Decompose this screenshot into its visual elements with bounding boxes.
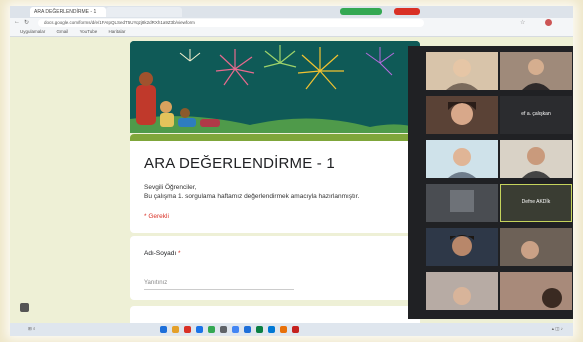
participant-video xyxy=(426,96,498,134)
participant-tile[interactable] xyxy=(426,96,498,134)
taskbar-app-icon[interactable] xyxy=(208,326,215,333)
participant-name: Defne AKDİk xyxy=(521,199,551,205)
bookmarks-bar: Uygulamalar Gmail YouTube Haritalar xyxy=(10,28,573,37)
screenshot-frame: ARA DEĞERLENDİRME - 1 ← ↻ docs.google.co… xyxy=(10,6,573,336)
participant-video xyxy=(426,184,498,222)
taskbar-app-icon[interactable] xyxy=(244,326,251,333)
form-title: ARA DEĞERLENDİRME - 1 xyxy=(144,155,335,172)
participant-video xyxy=(500,228,572,266)
meet-participants-panel: ef a. çalışkan Defne AKDİk xyxy=(408,46,573,319)
reload-icon[interactable]: ↻ xyxy=(24,19,29,26)
bookmark-item[interactable]: Gmail xyxy=(57,29,69,34)
meet-stop-pill[interactable] xyxy=(394,8,420,15)
browser-tab[interactable]: ARA DEĞERLENDİRME - 1 xyxy=(30,7,106,17)
system-tray[interactable]: ▴ ◫ ♪ xyxy=(552,326,563,332)
form-greeting: Sevgili Öğrenciler, xyxy=(144,184,197,191)
url-field[interactable]: docs.google.com/forms/d/e/1FAIpQLSedT5UY… xyxy=(38,19,424,27)
address-bar: ← ↻ docs.google.com/forms/d/e/1FAIpQLSed… xyxy=(10,18,573,28)
page-side-icon[interactable] xyxy=(20,303,29,312)
bookmark-item[interactable]: Uygulamalar xyxy=(20,29,45,34)
taskbar-app-icon[interactable] xyxy=(184,326,191,333)
participant-name: ef a. çalışkan xyxy=(521,111,551,117)
taskbar-app-icon[interactable] xyxy=(172,326,179,333)
taskbar-app-icon[interactable] xyxy=(220,326,227,333)
participant-video xyxy=(426,228,498,266)
participant-video xyxy=(500,52,572,90)
participant-tile[interactable] xyxy=(426,140,498,178)
required-asterisk: * xyxy=(177,250,181,257)
participant-video xyxy=(426,140,498,178)
participant-tile[interactable] xyxy=(426,272,498,310)
question-card: Adı-Soyadı * Yanıtınız xyxy=(130,236,420,300)
participant-tile[interactable] xyxy=(500,228,572,266)
meet-sharing-pill[interactable] xyxy=(340,8,382,15)
taskbar-app-icon[interactable] xyxy=(232,326,239,333)
form-header-image xyxy=(130,41,420,133)
form-description: Sevgili Öğrenciler, Bu çalışma 1. sorgul… xyxy=(144,183,359,201)
browser-tab-2[interactable] xyxy=(106,7,182,17)
start-search-icon[interactable]: ⊞ ⌕ xyxy=(28,326,36,332)
taskbar-app-icon[interactable] xyxy=(160,326,167,333)
participant-tile[interactable] xyxy=(426,52,498,90)
participant-tile[interactable] xyxy=(426,184,498,222)
star-icon[interactable]: ☆ xyxy=(520,19,525,26)
taskbar: ⊞ ⌕ ▴ ◫ ♪ xyxy=(10,323,573,336)
participant-tile[interactable] xyxy=(426,228,498,266)
back-icon[interactable]: ← xyxy=(14,19,20,25)
participant-tile-speaking[interactable]: Defne AKDİk xyxy=(500,184,572,222)
participant-tile[interactable] xyxy=(500,272,572,310)
taskbar-app-icon[interactable] xyxy=(292,326,299,333)
fireworks-illustration xyxy=(130,41,420,133)
participant-video xyxy=(500,272,572,310)
form-description-text: Bu çalışma 1. sorgulama haftamız değerle… xyxy=(144,193,360,200)
participant-tile[interactable] xyxy=(500,140,572,178)
participant-video xyxy=(500,140,572,178)
required-note: * Gerekli xyxy=(144,213,169,220)
taskbar-app-icon[interactable] xyxy=(280,326,287,333)
bookmark-item[interactable]: YouTube xyxy=(80,29,98,34)
browser-tab-strip: ARA DEĞERLENDİRME - 1 xyxy=(10,6,573,18)
participant-video xyxy=(426,52,498,90)
taskbar-app-icon[interactable] xyxy=(196,326,203,333)
bookmark-item[interactable]: Haritalar xyxy=(109,29,126,34)
question-label: Adı-Soyadı * xyxy=(144,250,181,257)
answer-input[interactable]: Yanıtınız xyxy=(144,280,294,290)
participant-video xyxy=(426,272,498,310)
question-text: Adı-Soyadı xyxy=(144,250,177,257)
participant-tile[interactable]: ef a. çalışkan xyxy=(500,96,572,134)
avatar[interactable] xyxy=(545,19,552,26)
participant-tile[interactable] xyxy=(500,52,572,90)
form-title-card: ARA DEĞERLENDİRME - 1 Sevgili Öğrenciler… xyxy=(130,134,420,233)
taskbar-app-icon[interactable] xyxy=(268,326,275,333)
taskbar-app-icon[interactable] xyxy=(256,326,263,333)
